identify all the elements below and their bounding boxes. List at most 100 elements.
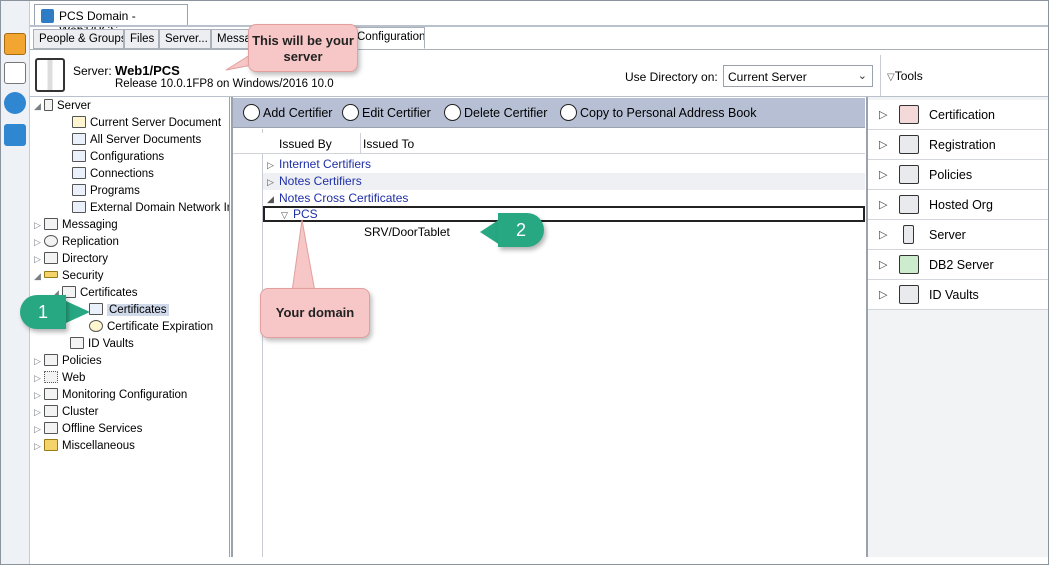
tool-label: DB2 Server	[929, 258, 994, 272]
expand-icon[interactable]: ▷	[267, 157, 279, 174]
tree-item-cluster[interactable]: ▷ Cluster	[34, 404, 98, 421]
server-icon	[44, 99, 53, 111]
directory-select[interactable]: Current Server ⌄	[723, 65, 873, 87]
tree-item-monitoring-configuration[interactable]: ▷ Monitoring Configuration	[34, 387, 187, 404]
document-icon[interactable]	[4, 62, 26, 84]
collapse-icon[interactable]: ▽	[281, 209, 293, 222]
tab-configuration[interactable]: Configuration	[351, 27, 425, 49]
view-icon	[72, 201, 86, 213]
tools-header[interactable]: ▽Tools	[880, 55, 1049, 96]
expand-icon[interactable]: ▷	[34, 421, 44, 438]
tree-item-external-domain-network-info[interactable]: External Domain Network Info	[72, 200, 230, 217]
expand-icon[interactable]: ▷	[267, 174, 279, 191]
tree-item-programs[interactable]: Programs	[72, 183, 140, 200]
tab-messaging[interactable]: Messa	[211, 29, 251, 49]
expand-icon[interactable]: ▷	[34, 438, 44, 455]
action-toolbar: Add Certifier Edit Certifier Delete Cert…	[233, 98, 865, 128]
window-tab[interactable]: PCS Domain - Web1/PCS	[34, 4, 188, 37]
tree-item-configurations[interactable]: Configurations	[72, 149, 164, 166]
tree-item-connections[interactable]: Connections	[72, 166, 154, 183]
replicator-icon[interactable]	[4, 124, 26, 146]
offline-icon	[44, 422, 58, 434]
category-row-notes-certifiers[interactable]: ▷ Notes Certifiers	[263, 173, 865, 190]
tree-item-label: Connections	[90, 168, 154, 180]
expand-icon[interactable]: ▷	[34, 370, 44, 387]
tree-item-all-server-documents[interactable]: All Server Documents	[72, 132, 201, 149]
monitoring-icon	[44, 388, 58, 400]
tool-db2-server[interactable]: ▷ DB2 Server	[868, 250, 1049, 280]
expand-icon: ▷	[879, 109, 888, 121]
expand-icon[interactable]: ▷	[34, 251, 44, 268]
people-icon[interactable]	[4, 92, 26, 114]
policy-icon	[44, 354, 58, 366]
vault-icon	[899, 285, 919, 304]
tree-item-miscellaneous[interactable]: ▷ Miscellaneous	[34, 438, 135, 455]
tab-server[interactable]: Server...	[159, 29, 211, 49]
expand-icon[interactable]: ▷	[34, 387, 44, 404]
tree-item-replication[interactable]: ▷ Replication	[34, 234, 119, 251]
tree-item-offline-services[interactable]: ▷ Offline Services	[34, 421, 142, 438]
document-row[interactable]: SRV/DoorTablet	[263, 224, 865, 241]
tool-certification[interactable]: ▷ Certification	[868, 100, 1049, 130]
tree-item-web[interactable]: ▷ Web	[34, 370, 85, 387]
folder-icon	[44, 439, 58, 451]
tree-item-label: All Server Documents	[90, 134, 202, 146]
domain-icon	[41, 9, 54, 23]
directory-select-value: Current Server	[728, 70, 807, 84]
column-issued-to[interactable]: Issued To	[363, 137, 414, 151]
tool-registration[interactable]: ▷ Registration	[868, 130, 1049, 160]
clock-icon	[89, 320, 103, 332]
tree-item-id-vaults[interactable]: ID Vaults	[70, 336, 134, 353]
tree-item-directory[interactable]: ▷ Directory	[34, 251, 108, 268]
expand-icon: ▷	[879, 139, 888, 151]
collapse-icon[interactable]: ◢	[34, 98, 44, 115]
server-name: Web1/PCS	[115, 63, 180, 78]
tool-label: Registration	[929, 138, 996, 152]
tab-label: Files	[130, 33, 155, 45]
button-label: Copy to Personal Address Book	[580, 106, 757, 120]
tree-item-policies[interactable]: ▷ Policies	[34, 353, 102, 370]
replication-icon	[44, 235, 58, 247]
tab-people-groups[interactable]: People & Groups	[33, 29, 124, 49]
column-divider[interactable]	[360, 133, 361, 154]
tree-item-label: External Domain Network Info	[90, 202, 230, 214]
add-certifier-button[interactable]: Add Certifier	[241, 103, 332, 123]
tab-label: Server...	[165, 33, 208, 45]
tree-item-server[interactable]: ◢ Server	[34, 98, 91, 115]
tree-item-label: Security	[62, 270, 104, 282]
tool-id-vaults[interactable]: ▷ ID Vaults	[868, 280, 1049, 310]
workspace-icon[interactable]	[4, 33, 26, 55]
tab-label: Messa	[217, 33, 251, 45]
issued-to-value: SRV/DoorTablet	[364, 225, 450, 239]
expand-icon: ▷	[879, 289, 888, 301]
view-icon	[72, 133, 86, 145]
expand-icon[interactable]: ▷	[34, 217, 44, 234]
category-row-notes-cross-certificates[interactable]: ◢ Notes Cross Certificates	[263, 190, 865, 207]
expand-icon[interactable]: ▷	[34, 353, 44, 370]
copy-to-address-book-button[interactable]: Copy to Personal Address Book	[558, 103, 757, 123]
tree-item-security[interactable]: ◢ Security	[34, 268, 104, 285]
tool-server[interactable]: ▷ Server	[868, 220, 1049, 250]
tool-policies[interactable]: ▷ Policies	[868, 160, 1049, 190]
delete-certifier-button[interactable]: Delete Certifier	[442, 103, 547, 123]
tab-files[interactable]: Files	[124, 29, 159, 49]
tree-item-messaging[interactable]: ▷ Messaging	[34, 217, 118, 234]
category-label: PCS	[293, 207, 318, 221]
tool-hosted-org[interactable]: ▷ Hosted Org	[868, 190, 1049, 220]
edit-certifier-button[interactable]: Edit Certifier	[340, 103, 431, 123]
tree-item-current-server-document[interactable]: Current Server Document	[72, 115, 221, 132]
tree-item-certificates-view[interactable]: Certificates	[89, 302, 169, 319]
column-issued-by[interactable]: Issued By	[279, 137, 332, 151]
tree-item-label: Messaging	[62, 219, 118, 231]
tree-item-label: ID Vaults	[88, 338, 134, 350]
expand-icon[interactable]: ▷	[34, 234, 44, 251]
tree-item-certificate-expiration[interactable]: Certificate Expiration	[89, 319, 213, 336]
tree-item-label: Configurations	[90, 151, 165, 163]
collapse-icon[interactable]: ◢	[34, 268, 44, 285]
category-row-internet-certifiers[interactable]: ▷ Internet Certifiers	[263, 156, 865, 173]
step-badge-1: 1	[20, 295, 66, 329]
server-callout: This will be your server	[248, 24, 358, 72]
column-header: Issued By Issued To	[233, 133, 865, 154]
expand-icon[interactable]: ▷	[34, 404, 44, 421]
category-row-pcs[interactable]: ▽ PCS	[263, 206, 865, 222]
